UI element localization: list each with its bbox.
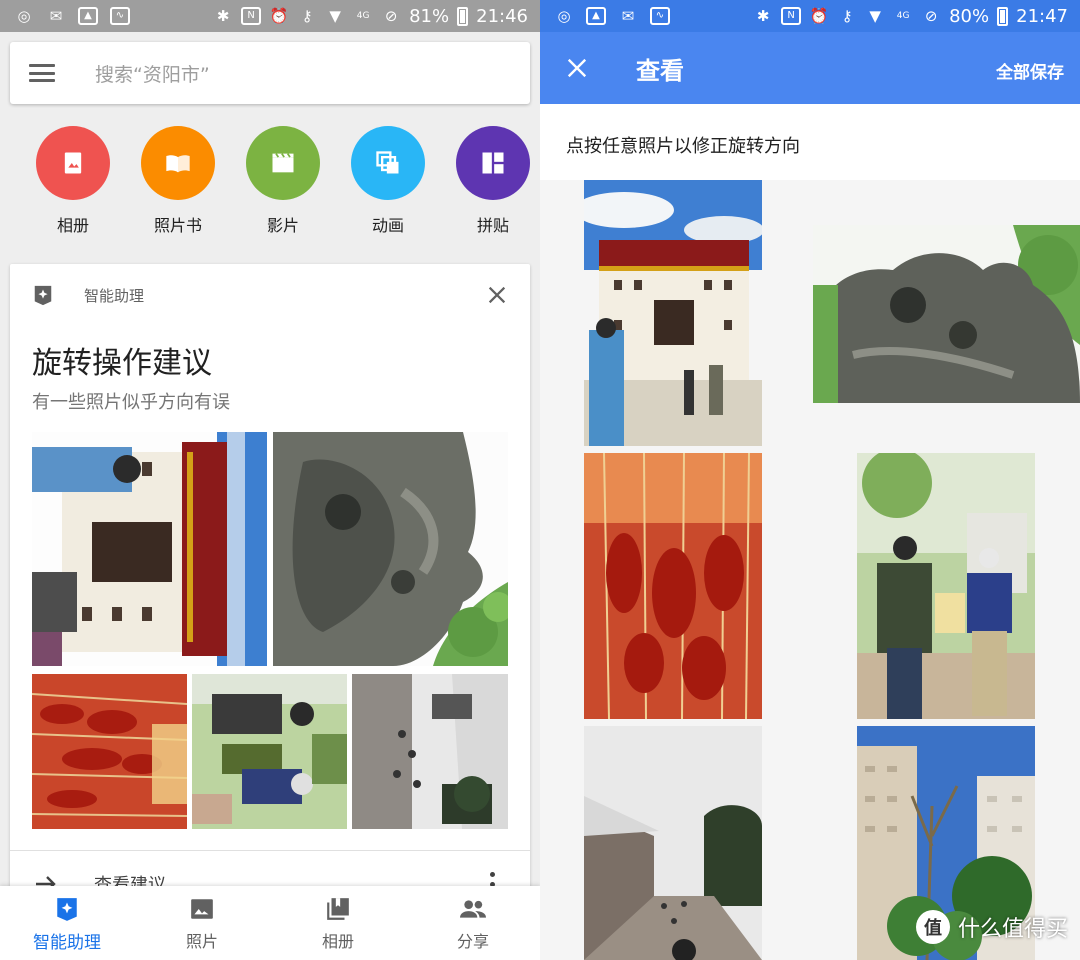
card-title: 旋转操作建议 [32,346,212,381]
photo-street[interactable] [584,726,762,960]
card-kicker: 智能助理 [84,286,145,305]
nav-sharing-label: 分享 [456,932,489,951]
rotated-photo-skewers[interactable] [32,674,187,829]
gallery-notification-icon: ▲ [586,7,606,25]
albums-icon [327,898,349,920]
nav-albums-label: 相册 [321,932,354,951]
sharing-icon [460,900,486,918]
collage-icon [456,126,530,200]
key-icon: ⚷ [841,6,853,25]
rotation-review-screen: ◎ ▲ ✉ ∿ ✱ N ⏰ ⚷ ▼ 4G ⊘ 80% 21:47 查看 全部保存… [540,0,1080,960]
nav-assistant[interactable]: 智能助理 [12,896,122,953]
create-album-label: 相册 [56,216,89,235]
photo-grid [540,180,1080,960]
assistant-icon [57,898,77,921]
status-bar: ◎ ✉ ▲ ∿ ✱ N ⏰ ⚷ ▼ 4G ⊘ 81% 21:46 [0,0,540,32]
photo-people[interactable] [857,453,1035,719]
create-collage-label: 拼贴 [476,216,509,235]
nav-assistant-label: 智能助理 [33,933,101,953]
photobook-icon [141,126,215,200]
assistant-screen: ◎ ✉ ▲ ∿ ✱ N ⏰ ⚷ ▼ 4G ⊘ 81% 21:46 搜索“资阳市”… [0,0,540,960]
nav-albums[interactable]: 相册 [283,896,393,952]
photo-rock[interactable] [813,225,1080,403]
rotated-photo-palace[interactable] [32,432,267,666]
nav-photos-label: 照片 [185,932,218,951]
create-collage-button[interactable]: 拼贴 [443,126,540,236]
signal-icon: 4G [896,10,910,21]
bluetooth-icon: ✱ [756,6,770,25]
battery-percent: 81% [409,5,450,27]
save-all-button[interactable]: 全部保存 [996,58,1064,83]
create-photobook-label: 照片书 [153,216,202,235]
menu-icon[interactable] [29,64,55,82]
alarm-icon: ⏰ [269,6,289,25]
creation-shortcuts: 相册 照片书 影片 动画 拼贴 [0,126,540,236]
nav-sharing[interactable]: 分享 [418,896,528,952]
signal-icon: 4G [356,10,370,21]
activity-notification-icon: ∿ [110,7,130,25]
battery-icon [997,6,1009,26]
status-bar: ◎ ▲ ✉ ∿ ✱ N ⏰ ⚷ ▼ 4G ⊘ 80% 21:47 [540,0,1080,32]
close-icon[interactable] [566,57,588,79]
photo-skewers[interactable] [584,453,762,719]
instruction-text: 点按任意照片以修正旋转方向 [566,136,800,157]
app-notification-icon: ◎ [17,6,31,25]
nfc-icon: N [241,7,262,25]
page-title: 查看 [636,56,684,85]
alarm-icon: ⏰ [809,6,829,25]
photos-icon [191,899,213,919]
app-notification-icon: ◎ [557,6,571,25]
clock: 21:46 [476,5,528,27]
create-animation-label: 动画 [371,216,404,235]
create-movie-button[interactable]: 影片 [233,126,333,236]
rotation-suggestion-card: 智能助理 旋转操作建议 有一些照片似乎方向有误 [10,264,530,904]
album-icon [36,126,110,200]
photo-palace[interactable] [584,180,762,446]
dismiss-card-icon[interactable] [486,284,508,306]
key-icon: ⚷ [301,6,313,25]
clock: 21:47 [1016,5,1068,27]
search-input[interactable]: 搜索“资阳市” [95,60,210,87]
app-bar: 查看 全部保存 [540,32,1080,104]
bottom-navigation: 智能助理 照片 相册 分享 [0,886,540,960]
rotated-photo-people[interactable] [192,674,347,829]
wechat-icon: ✉ [49,6,63,25]
wechat-icon: ✉ [621,6,635,25]
search-bar[interactable]: 搜索“资阳市” [10,42,530,104]
movie-icon [246,126,320,200]
nav-photos[interactable]: 照片 [147,896,257,952]
activity-notification-icon: ∿ [650,7,670,25]
watermark-text: 什么值得买 [957,917,1068,942]
watermark-logo-icon: 值 [915,910,950,944]
rotated-photo-rock[interactable] [273,432,508,666]
card-subtitle: 有一些照片似乎方向有误 [32,392,230,413]
rotated-photo-street[interactable] [352,674,508,829]
create-photobook-button[interactable]: 照片书 [128,126,228,236]
create-album-button[interactable]: 相册 [23,126,123,236]
gallery-notification-icon: ▲ [78,7,98,25]
create-movie-label: 影片 [266,216,299,235]
battery-icon [457,6,469,26]
wifi-icon: ▼ [329,6,341,25]
bluetooth-icon: ✱ [216,6,230,25]
no-sim-icon: ⊘ [924,6,938,25]
watermark: 值 什么值得买 [915,910,1068,944]
assistant-icon [34,285,52,306]
nfc-icon: N [781,7,802,25]
card-header: 智能助理 [10,264,530,326]
card-divider [10,850,530,851]
battery-percent: 80% [949,5,990,27]
wifi-icon: ▼ [869,6,881,25]
no-sim-icon: ⊘ [384,6,398,25]
animation-icon [351,126,425,200]
create-animation-button[interactable]: 动画 [338,126,438,236]
